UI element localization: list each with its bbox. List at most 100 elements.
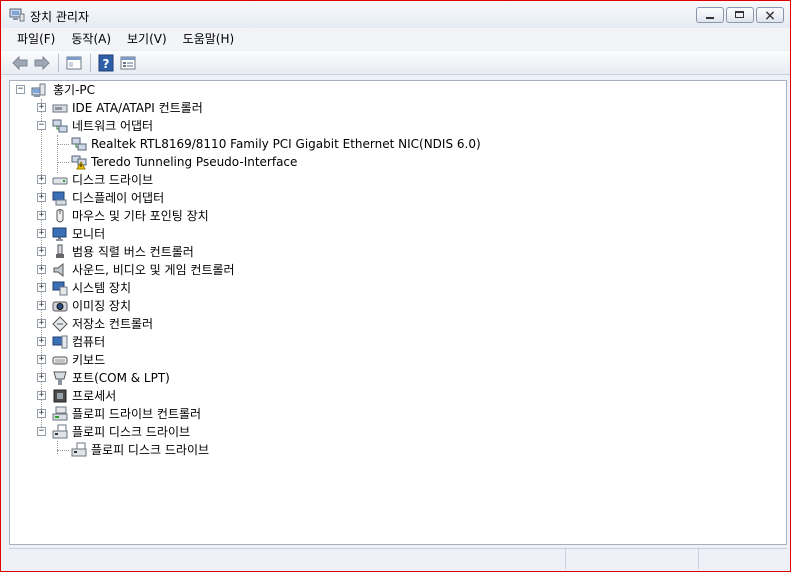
tree-category-label: 플로피 디스크 드라이브 (72, 425, 191, 439)
expand-toggle[interactable]: + (37, 265, 46, 274)
network-adapter-icon (52, 119, 68, 133)
expand-toggle[interactable]: + (37, 283, 46, 292)
tree-root-label: 홍기-PC (53, 83, 96, 97)
tree-category-label: 마우스 및 기타 포인팅 장치 (72, 209, 209, 223)
maximize-button[interactable] (726, 7, 754, 23)
expand-toggle[interactable]: + (37, 175, 46, 184)
tree-device-label: 플로피 디스크 드라이브 (91, 443, 210, 457)
maximize-icon (735, 11, 744, 18)
tree-device[interactable]: Teredo Tunneling Pseudo-Interface (10, 153, 770, 171)
status-pane (698, 549, 788, 569)
menu-bar: 파일(F) 동작(A) 보기(V) 도움말(H) (1, 28, 790, 50)
tree-category-label: 디스크 드라이브 (72, 173, 154, 187)
tree-category-label: 저장소 컨트롤러 (72, 317, 154, 331)
menu-action[interactable]: 동작(A) (63, 29, 119, 49)
expand-toggle[interactable]: + (37, 211, 46, 220)
tree-category[interactable]: + 프로세서 (10, 387, 770, 405)
expand-toggle[interactable]: + (37, 301, 46, 310)
tree-category[interactable]: + 키보드 (10, 351, 770, 369)
toolbar: ? (1, 51, 790, 75)
status-bar (9, 548, 788, 569)
device-tree[interactable]: − 홍기-PC + IDE ATA/ATAPI 컨트롤러 − 네트워크 어댑터 Real… (9, 80, 787, 545)
floppy-controller-icon (52, 406, 68, 421)
tree-category[interactable]: + 모니터 (10, 225, 770, 243)
tree-device[interactable]: Realtek RTL8169/8110 Family PCI Gigabit … (10, 135, 770, 153)
minimize-button[interactable] (696, 7, 724, 23)
tree-category[interactable]: + IDE ATA/ATAPI 컨트롤러 (10, 99, 770, 117)
device-manager-icon (9, 8, 25, 22)
expand-toggle[interactable]: + (37, 337, 46, 346)
tree-category[interactable]: − 네트워크 어댑터 (10, 117, 770, 135)
tree-category-label: 포트(COM & LPT) (72, 371, 170, 385)
tree-category-label: 시스템 장치 (72, 281, 132, 295)
back-arrow-icon[interactable] (11, 54, 29, 72)
expand-toggle[interactable]: + (37, 373, 46, 382)
tree-category-label: 모니터 (72, 227, 106, 241)
menu-file[interactable]: 파일(F) (9, 29, 63, 49)
tree-device[interactable]: 플로피 디스크 드라이브 (10, 441, 770, 459)
tree-category[interactable]: + 이미징 장치 (10, 297, 770, 315)
expand-toggle[interactable]: + (37, 193, 46, 202)
menu-view[interactable]: 보기(V) (119, 29, 175, 49)
collapse-toggle[interactable]: − (16, 85, 25, 94)
tree-device-label: Realtek RTL8169/8110 Family PCI Gigabit … (91, 137, 481, 151)
collapse-toggle[interactable]: − (37, 427, 46, 436)
title-bar[interactable]: 장치 관리자 (1, 1, 790, 28)
system-device-icon (52, 281, 68, 296)
forward-arrow-icon[interactable] (33, 54, 51, 72)
tree-category[interactable]: + 마우스 및 기타 포인팅 장치 (10, 207, 770, 225)
svg-text:?: ? (103, 57, 110, 71)
ide-controller-icon (52, 104, 68, 113)
tree-category-label: 사운드, 비디오 및 게임 컨트롤러 (72, 263, 235, 277)
window-title: 장치 관리자 (30, 10, 90, 24)
computer-icon (31, 83, 46, 97)
menu-help[interactable]: 도움말(H) (175, 29, 243, 49)
storage-controller-icon (52, 316, 68, 332)
tree-category[interactable]: + 범용 직렬 버스 컨트롤러 (10, 243, 770, 261)
tree-category[interactable]: + 시스템 장치 (10, 279, 770, 297)
network-adapter-icon (71, 137, 87, 151)
console-tree-icon[interactable] (65, 54, 83, 72)
help-icon[interactable]: ? (97, 54, 115, 72)
expand-toggle[interactable]: + (37, 319, 46, 328)
tree-category-label: 디스플레이 어댑터 (72, 191, 165, 205)
floppy-drive-icon (52, 424, 68, 439)
tree-category-label: 플로피 드라이브 컨트롤러 (72, 407, 202, 421)
display-adapter-icon (52, 191, 67, 206)
expand-toggle[interactable]: + (37, 103, 46, 112)
tree-category-label: 네트워크 어댑터 (72, 119, 154, 133)
usb-icon (56, 244, 64, 258)
keyboard-icon (52, 356, 68, 365)
minimize-icon (706, 17, 714, 19)
toolbar-separator (58, 54, 59, 72)
tree-category[interactable]: + 플로피 드라이브 컨트롤러 (10, 405, 770, 423)
mouse-icon (56, 209, 64, 223)
tree-device-label: Teredo Tunneling Pseudo-Interface (91, 155, 298, 169)
processor-icon (53, 389, 67, 403)
expand-toggle[interactable]: + (37, 355, 46, 364)
tree-category[interactable]: − 플로피 디스크 드라이브 (10, 423, 770, 441)
tree-category[interactable]: + 디스크 드라이브 (10, 171, 770, 189)
imaging-device-icon (52, 301, 68, 312)
tree-category-label: 프로세서 (72, 389, 117, 403)
tree-category[interactable]: + 사운드, 비디오 및 게임 컨트롤러 (10, 261, 770, 279)
collapse-toggle[interactable]: − (37, 121, 46, 130)
expand-toggle[interactable]: + (37, 409, 46, 418)
device-manager-window: 장치 관리자 파일(F) 동작(A) 보기(V) 도움말(H) ? − 홍기-P… (0, 0, 791, 572)
monitor-icon (52, 227, 67, 241)
port-icon (53, 371, 67, 385)
floppy-drive-icon (71, 442, 87, 457)
tree-root[interactable]: − 홍기-PC (10, 81, 770, 99)
tree-category[interactable]: + 포트(COM & LPT) (10, 369, 770, 387)
tree-category[interactable]: + 디스플레이 어댑터 (10, 189, 770, 207)
close-icon (765, 11, 775, 20)
tree-category[interactable]: + 컴퓨터 (10, 333, 770, 351)
expand-toggle[interactable]: + (37, 391, 46, 400)
tree-category-label: 이미징 장치 (72, 299, 132, 313)
tree-category[interactable]: + 저장소 컨트롤러 (10, 315, 770, 333)
expand-toggle[interactable]: + (37, 247, 46, 256)
properties-icon[interactable] (119, 54, 137, 72)
speaker-icon (53, 262, 64, 278)
expand-toggle[interactable]: + (37, 229, 46, 238)
close-button[interactable] (756, 7, 784, 23)
